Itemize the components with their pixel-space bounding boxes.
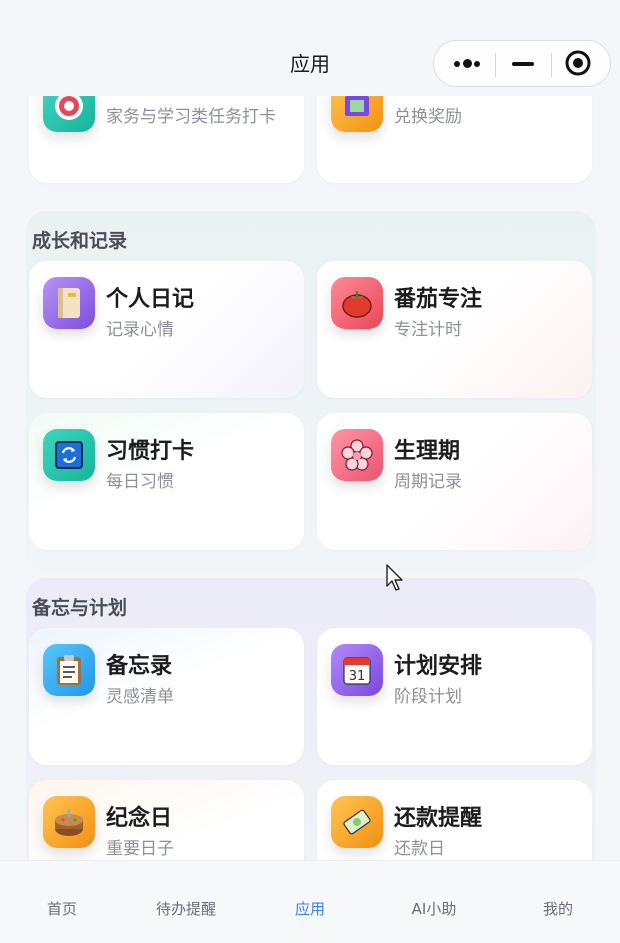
card-anniversary[interactable]: 纪念日 重要日子 bbox=[29, 780, 304, 860]
card-memo[interactable]: 备忘录 灵感清单 bbox=[29, 628, 304, 765]
card-subtitle: 还款日 bbox=[394, 839, 445, 859]
card-title: 备忘录 bbox=[106, 654, 173, 679]
cake-icon bbox=[43, 796, 95, 848]
tab-todo-reminders[interactable]: 待办提醒 bbox=[124, 898, 248, 919]
card-subtitle: 每日习惯 bbox=[106, 472, 174, 492]
card-plan-schedule[interactable]: 31 计划安排 阶段计划 bbox=[317, 628, 592, 765]
repeat-icon bbox=[43, 429, 95, 481]
card-title: 习惯打卡 bbox=[106, 439, 195, 464]
navigation-bar: 应用 bbox=[0, 0, 620, 96]
card-subtitle: 专注计时 bbox=[394, 320, 462, 340]
card-period-tracker[interactable]: 生理期 周期记录 bbox=[317, 413, 592, 550]
card-subtitle: 灵感清单 bbox=[106, 687, 174, 707]
card-subtitle: 兑换奖励 bbox=[394, 107, 462, 127]
tomato-icon bbox=[331, 277, 383, 329]
card-subtitle: 记录心情 bbox=[106, 320, 174, 340]
tab-ai-assistant[interactable]: AI小助 bbox=[372, 898, 496, 919]
card-subtitle: 阶段计划 bbox=[394, 687, 462, 707]
mouse-cursor-icon bbox=[386, 564, 403, 591]
flower-icon bbox=[331, 429, 383, 481]
card-title: 番茄专注 bbox=[394, 287, 483, 312]
app-content: 家务与学习类任务打卡 兑换奖励 成长和记录 个人日记 记录心情 番茄专注 专注计… bbox=[0, 0, 620, 860]
close-target-icon[interactable] bbox=[564, 49, 592, 77]
card-personal-diary[interactable]: 个人日记 记录心情 bbox=[29, 261, 304, 398]
card-subtitle: 家务与学习类任务打卡 bbox=[106, 107, 276, 127]
card-subtitle: 周期记录 bbox=[394, 472, 462, 492]
tab-home[interactable]: 首页 bbox=[0, 898, 124, 919]
card-subtitle: 重要日子 bbox=[106, 839, 174, 859]
clipboard-icon bbox=[43, 644, 95, 696]
card-title: 纪念日 bbox=[106, 806, 173, 831]
calendar-icon: 31 bbox=[331, 644, 383, 696]
tab-mine[interactable]: 我的 bbox=[496, 898, 620, 919]
money-icon bbox=[331, 796, 383, 848]
section-title: 备忘与计划 bbox=[32, 597, 128, 619]
card-title: 计划安排 bbox=[394, 654, 483, 679]
card-pomodoro-focus[interactable]: 番茄专注 专注计时 bbox=[317, 261, 592, 398]
card-title: 还款提醒 bbox=[394, 806, 483, 831]
more-dots-icon[interactable] bbox=[454, 58, 484, 70]
card-habit-checkin[interactable]: 习惯打卡 每日习惯 bbox=[29, 413, 304, 550]
minimize-icon[interactable] bbox=[512, 62, 534, 66]
notebook-icon bbox=[43, 277, 95, 329]
card-title: 个人日记 bbox=[106, 287, 195, 312]
section-title: 成长和记录 bbox=[32, 230, 128, 252]
tab-bar: 首页 待办提醒 应用 AI小助 我的 bbox=[0, 860, 620, 943]
card-title: 生理期 bbox=[394, 439, 461, 464]
card-repayment-reminder[interactable]: 还款提醒 还款日 bbox=[317, 780, 592, 860]
calendar-day: 31 bbox=[349, 669, 366, 684]
tab-apps[interactable]: 应用 bbox=[248, 898, 372, 919]
